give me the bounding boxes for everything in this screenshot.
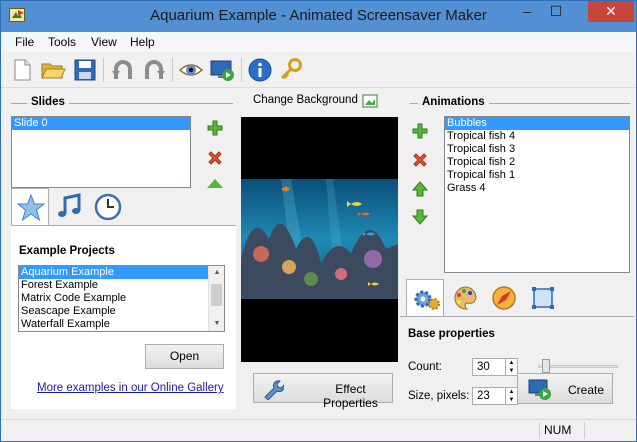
minimize-button[interactable]: – [513, 1, 541, 22]
tab-appearance[interactable] [446, 279, 484, 317]
app-window: Aquarium Example - Animated Screensaver … [0, 0, 637, 442]
slides-title: Slides [27, 96, 69, 108]
info-icon[interactable] [247, 57, 273, 83]
compass-icon [492, 286, 516, 310]
animation-item[interactable]: Tropical fish 3 [445, 143, 629, 156]
example-project-item[interactable]: Waterfall Example [19, 318, 224, 331]
example-project-item[interactable]: Aquarium Example [19, 266, 224, 279]
slides-list[interactable]: Slide 0 [11, 116, 191, 188]
projects-scrollbar[interactable]: ▲ ▼ [208, 266, 224, 331]
menu-help[interactable]: Help [130, 35, 155, 49]
count-slider-thumb[interactable] [542, 359, 550, 373]
animations-list[interactable]: Bubbles Tropical fish 4 Tropical fish 3 … [444, 116, 630, 273]
change-background-button[interactable]: Change Background [241, 89, 398, 113]
effect-properties-button[interactable]: Effect Properties [253, 373, 393, 410]
count-slider-track [538, 365, 618, 368]
example-projects-title: Example Projects [19, 245, 115, 257]
wrench-icon [264, 380, 284, 400]
scroll-down-icon[interactable]: ▼ [209, 317, 224, 331]
menu-file[interactable]: File [15, 35, 34, 49]
tab-motion[interactable] [485, 279, 523, 317]
example-project-item[interactable]: Matrix Code Example [19, 292, 224, 305]
toolbar [1, 52, 636, 88]
menu-bar: File Tools View Help [1, 32, 636, 52]
create-button[interactable]: Create [517, 373, 613, 404]
animation-item[interactable]: Tropical fish 1 [445, 169, 629, 182]
num-lock-indicator: NUM [539, 422, 583, 439]
online-gallery-link[interactable]: More examples in our Online Gallery [37, 382, 224, 394]
size-label: Size, pixels: [408, 390, 470, 402]
change-background-label: Change Background [253, 94, 358, 106]
menu-view[interactable]: View [91, 35, 117, 49]
count-label: Count: [408, 361, 442, 373]
delete-slide-icon[interactable] [206, 149, 224, 167]
tab-base-properties[interactable] [406, 279, 444, 317]
add-animation-icon[interactable] [411, 122, 429, 140]
animation-item[interactable]: Bubbles [445, 117, 629, 130]
resize-frame-icon [532, 287, 554, 309]
run-screensaver-icon[interactable] [209, 57, 235, 83]
add-slide-icon[interactable] [206, 119, 224, 137]
clock-icon [94, 193, 122, 221]
toolbar-separator [103, 58, 104, 82]
size-increment-icon[interactable]: ▲ [505, 388, 517, 396]
gears-icon [414, 290, 440, 310]
tab-projects[interactable] [11, 188, 49, 226]
example-projects-list[interactable]: Aquarium Example Forest Example Matrix C… [18, 265, 225, 332]
open-folder-icon[interactable] [40, 57, 66, 83]
toolbar-separator [172, 58, 173, 82]
move-slide-up-icon[interactable] [206, 178, 224, 188]
new-icon[interactable] [9, 57, 35, 83]
effect-properties-label: Effect Properties [323, 382, 378, 410]
animation-item[interactable]: Tropical fish 2 [445, 156, 629, 169]
create-screensaver-icon [528, 379, 551, 400]
redo-icon[interactable] [141, 57, 167, 83]
title-bar: Aquarium Example - Animated Screensaver … [1, 1, 636, 32]
slide-item[interactable]: Slide 0 [12, 117, 190, 130]
scroll-thumb[interactable] [211, 284, 222, 306]
close-button[interactable]: ✕ [588, 1, 634, 22]
count-increment-icon[interactable]: ▲ [505, 359, 517, 367]
create-label: Create [568, 383, 605, 397]
size-decrement-icon[interactable]: ▼ [505, 396, 517, 404]
menu-tools[interactable]: Tools [48, 35, 76, 49]
tab-music[interactable] [51, 188, 89, 226]
count-stepper[interactable]: 30 ▲ ▼ [472, 358, 518, 376]
open-project-button[interactable]: Open [145, 344, 224, 369]
undo-icon[interactable] [110, 57, 136, 83]
example-project-item[interactable]: Forest Example [19, 279, 224, 292]
tab-timing[interactable] [89, 188, 127, 226]
size-value: 23 [477, 390, 490, 402]
animations-title: Animations [418, 96, 489, 108]
preview-eye-icon[interactable] [178, 57, 204, 83]
background-image-icon [362, 94, 378, 108]
slide-preview [241, 117, 398, 362]
palette-icon [454, 286, 477, 310]
move-animation-up-icon[interactable] [411, 180, 429, 198]
key-icon[interactable] [278, 57, 304, 83]
aquarium-scene-image [241, 179, 398, 299]
example-project-item[interactable]: Seascape Example [19, 305, 224, 318]
status-bar: NUM [1, 419, 636, 441]
move-animation-down-icon[interactable] [411, 208, 429, 226]
music-note-icon [58, 193, 81, 217]
count-decrement-icon[interactable]: ▼ [505, 367, 517, 375]
status-cell-empty [584, 422, 614, 439]
animation-item[interactable]: Tropical fish 4 [445, 130, 629, 143]
delete-animation-icon[interactable] [411, 151, 429, 169]
maximize-button[interactable]: ☐ [542, 1, 570, 22]
tab-bounds[interactable] [524, 279, 562, 317]
scroll-up-icon[interactable]: ▲ [209, 266, 224, 280]
star-icon [16, 193, 46, 222]
animation-item[interactable]: Grass 4 [445, 182, 629, 195]
toolbar-separator [241, 58, 242, 82]
count-value: 30 [477, 361, 490, 373]
count-slider[interactable] [538, 359, 618, 373]
save-icon[interactable] [72, 57, 98, 83]
size-stepper[interactable]: 23 ▲ ▼ [472, 387, 518, 405]
base-properties-title: Base properties [408, 328, 495, 340]
